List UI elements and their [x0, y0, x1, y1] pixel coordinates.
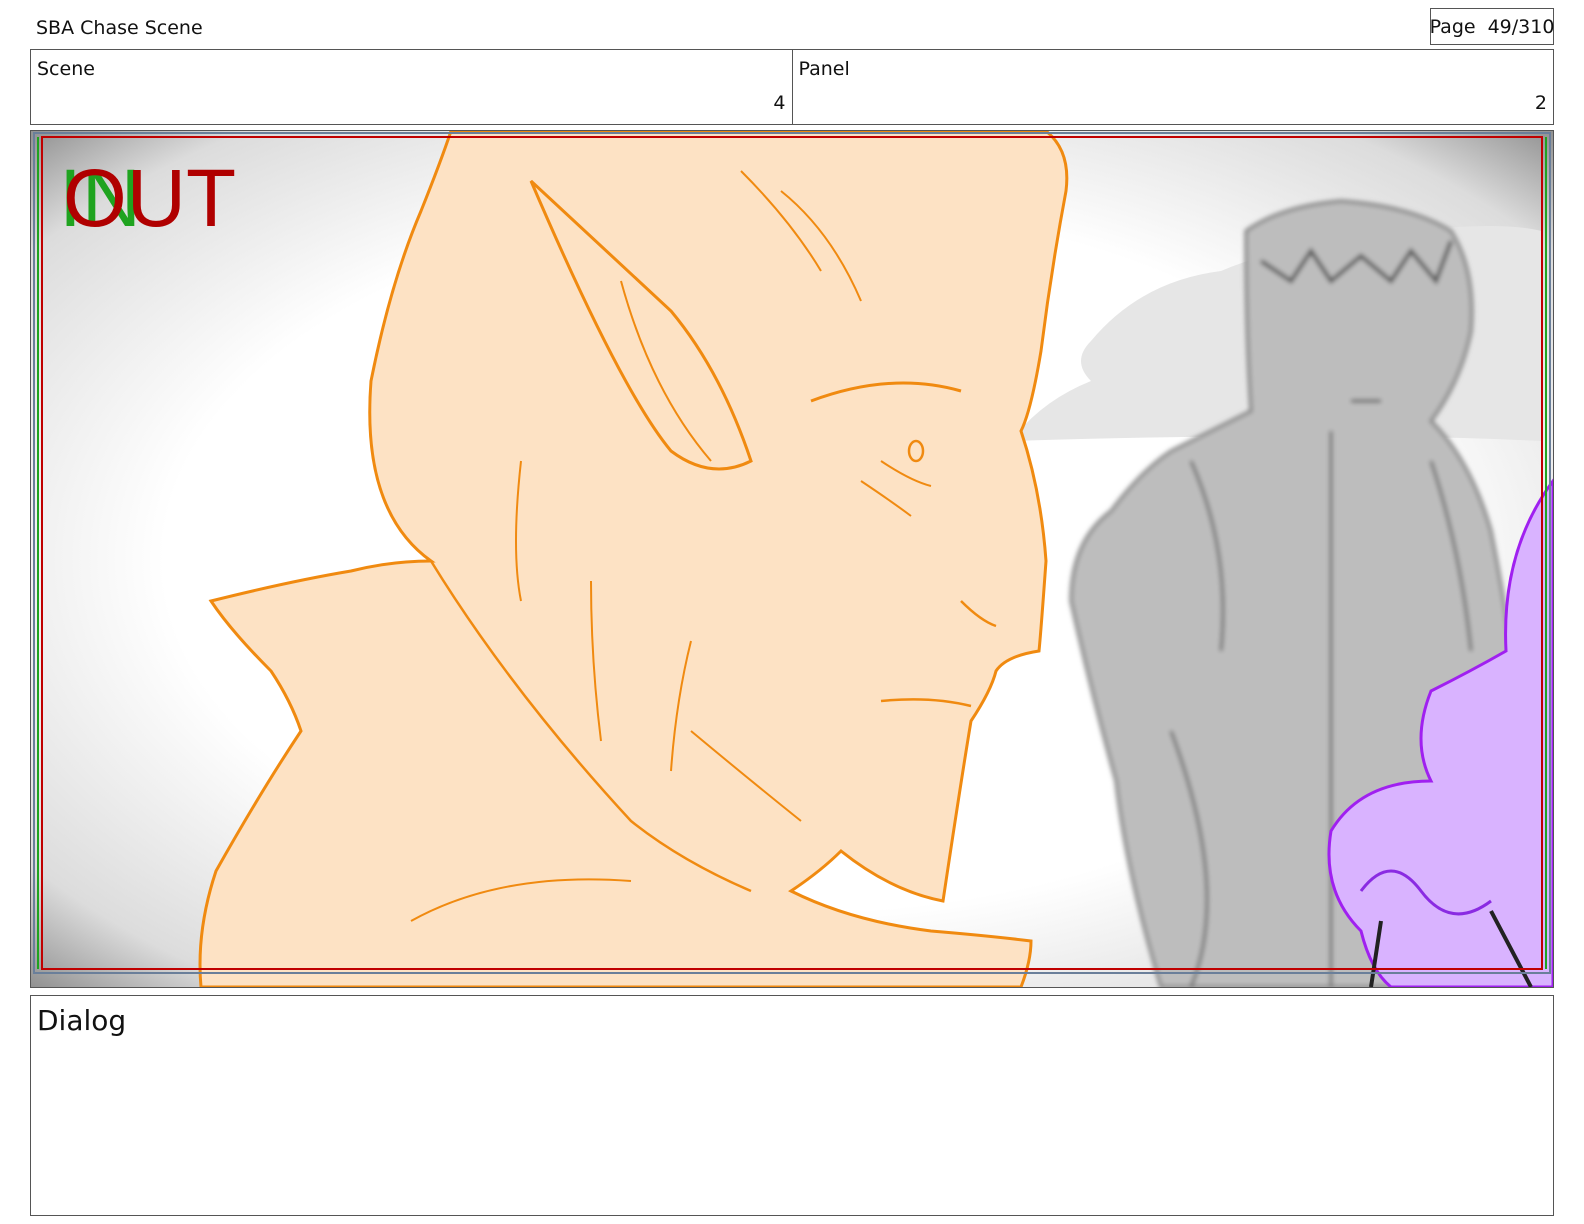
storyboard-frame: IN OUT: [30, 130, 1554, 988]
page-indicator: Page 49/310: [1430, 8, 1554, 45]
dialog-box[interactable]: Dialog: [30, 995, 1554, 1216]
storyboard-drawing: [31, 131, 1553, 987]
panel-cell: Panel 2: [791, 50, 1554, 124]
scene-panel-info: Scene 4 Panel 2: [30, 49, 1554, 125]
out-marker: OUT: [63, 153, 237, 244]
scene-cell: Scene 4: [31, 50, 792, 124]
page-label: Page: [1429, 15, 1476, 38]
page-number: 49/310: [1487, 15, 1555, 38]
project-title: SBA Chase Scene: [36, 17, 203, 39]
in-out-marker: IN OUT: [59, 153, 259, 244]
scene-number: 4: [773, 92, 786, 114]
panel-number: 2: [1534, 92, 1547, 114]
scene-label: Scene: [37, 58, 95, 80]
dialog-label: Dialog: [37, 1004, 127, 1037]
panel-label: Panel: [798, 58, 850, 80]
